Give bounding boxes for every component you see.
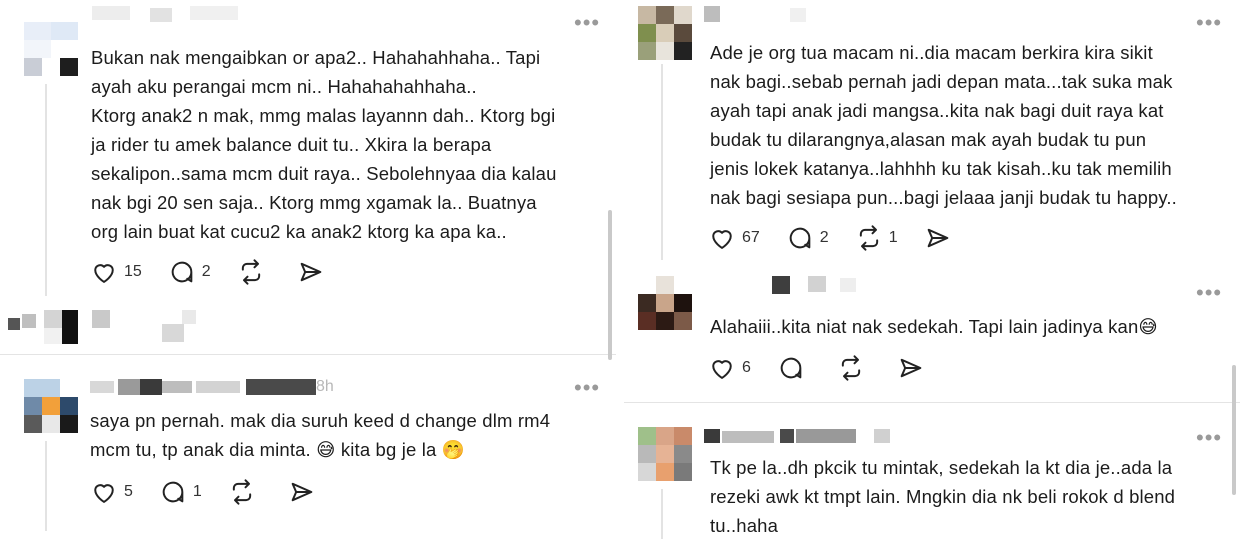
username-censored[interactable]: [90, 379, 340, 397]
post-text: Bukan nak mengaibkan or apa2.. Hahahahha…: [91, 47, 557, 242]
more-options-button[interactable]: •••: [574, 12, 600, 34]
like-count: 67: [742, 229, 760, 246]
avatar[interactable]: [24, 22, 78, 76]
reply-button[interactable]: 1: [159, 478, 202, 506]
heart-icon: [712, 360, 732, 379]
thread-line: [661, 64, 663, 260]
like-button[interactable]: 6: [708, 354, 751, 382]
reply-post: ••• Ade je org tua macam ni..dia macam b…: [624, 0, 1240, 276]
repost-arrows-icon: [859, 225, 878, 251]
thread-line: [661, 489, 663, 539]
repost-count: 1: [888, 229, 898, 246]
avatar[interactable]: [638, 6, 692, 60]
reply-count: 1: [192, 483, 202, 500]
speech-bubble-icon: [780, 357, 802, 379]
send-arrow-icon: [927, 228, 948, 248]
more-options-button[interactable]: •••: [1196, 427, 1222, 449]
speech-bubble-icon: [171, 261, 193, 283]
post-text: saya pn pernah. mak dia suruh keed d cha…: [90, 410, 551, 460]
reply-button[interactable]: 2: [168, 258, 211, 286]
username-censored[interactable]: [704, 429, 894, 447]
repost-button[interactable]: [837, 354, 871, 382]
more-options-button[interactable]: •••: [1196, 282, 1222, 304]
share-button[interactable]: [297, 258, 325, 286]
more-options-button[interactable]: •••: [574, 377, 600, 399]
heart-icon: [94, 264, 114, 283]
like-button[interactable]: 5: [90, 478, 133, 506]
like-count: 5: [124, 483, 133, 500]
right-thread-panel: ••• Ade je org tua macam ni..dia macam b…: [624, 0, 1240, 539]
send-arrow-icon: [291, 482, 313, 502]
more-options-button[interactable]: •••: [1196, 12, 1222, 34]
share-button[interactable]: [897, 354, 925, 382]
post-actions: 5 1: [90, 477, 342, 507]
like-button[interactable]: 15: [90, 258, 142, 286]
repost-arrows-icon: [841, 355, 861, 381]
username-censored: [92, 6, 282, 24]
thread-line: [45, 84, 47, 296]
speech-bubble-icon: [789, 227, 811, 249]
like-count: 15: [124, 263, 142, 280]
post-text: Alahaiii..kita niat nak sedekah. Tapi la…: [710, 316, 1158, 337]
share-button[interactable]: [288, 478, 316, 506]
reply-post: ••• Bukan nak mengaibkan or apa2.. Hahah…: [0, 0, 616, 354]
speech-bubble-icon: [162, 481, 184, 503]
post-text: Ade je org tua macam ni..dia macam berki…: [710, 42, 1177, 208]
reply-count: 2: [201, 263, 211, 280]
reply-avatars-censored: [92, 310, 212, 342]
repost-arrows-icon: [232, 479, 251, 505]
repost-button[interactable]: [228, 478, 262, 506]
send-arrow-icon: [300, 262, 322, 282]
scrollbar[interactable]: [1232, 365, 1236, 495]
left-thread-panel: ••• Bukan nak mengaibkan or apa2.. Hahah…: [0, 0, 616, 539]
avatar[interactable]: [24, 379, 78, 433]
send-arrow-icon: [900, 358, 922, 378]
reply-avatars[interactable]: [8, 310, 78, 344]
repost-button[interactable]: [237, 258, 271, 286]
reply-count: 2: [819, 229, 829, 246]
image-gutter: [616, 0, 624, 539]
reply-button[interactable]: 2: [786, 224, 829, 252]
reply-post: 8h ••• saya pn pernah. mak dia suruh kee…: [0, 355, 616, 539]
repost-button[interactable]: 1: [855, 224, 898, 252]
avatar[interactable]: [638, 427, 692, 481]
heart-icon: [712, 230, 732, 249]
post-text: Tk pe la..dh pkcik tu mintak, sedekah la…: [710, 457, 1176, 536]
username-censored[interactable]: [704, 276, 904, 294]
reply-button[interactable]: [777, 354, 811, 382]
username-censored[interactable]: [704, 6, 814, 24]
repost-arrows-icon: [241, 259, 260, 285]
like-count: 6: [742, 359, 751, 376]
scrollbar[interactable]: [608, 210, 612, 360]
thread-line: [45, 441, 47, 531]
like-button[interactable]: 67: [708, 224, 760, 252]
heart-icon: [94, 484, 114, 503]
reply-post: ••• Tk pe la..dh pkcik tu mintak, sedeka…: [624, 403, 1240, 539]
post-actions: 67 2 1: [708, 223, 978, 253]
post-time: 8h: [316, 378, 334, 395]
avatar[interactable]: [638, 276, 692, 330]
post-actions: 6: [708, 353, 951, 383]
reply-post: ••• Alahaiii..kita niat nak sedekah. Tap…: [624, 276, 1240, 402]
share-button[interactable]: [924, 224, 952, 252]
post-actions: 15 2: [90, 257, 351, 287]
